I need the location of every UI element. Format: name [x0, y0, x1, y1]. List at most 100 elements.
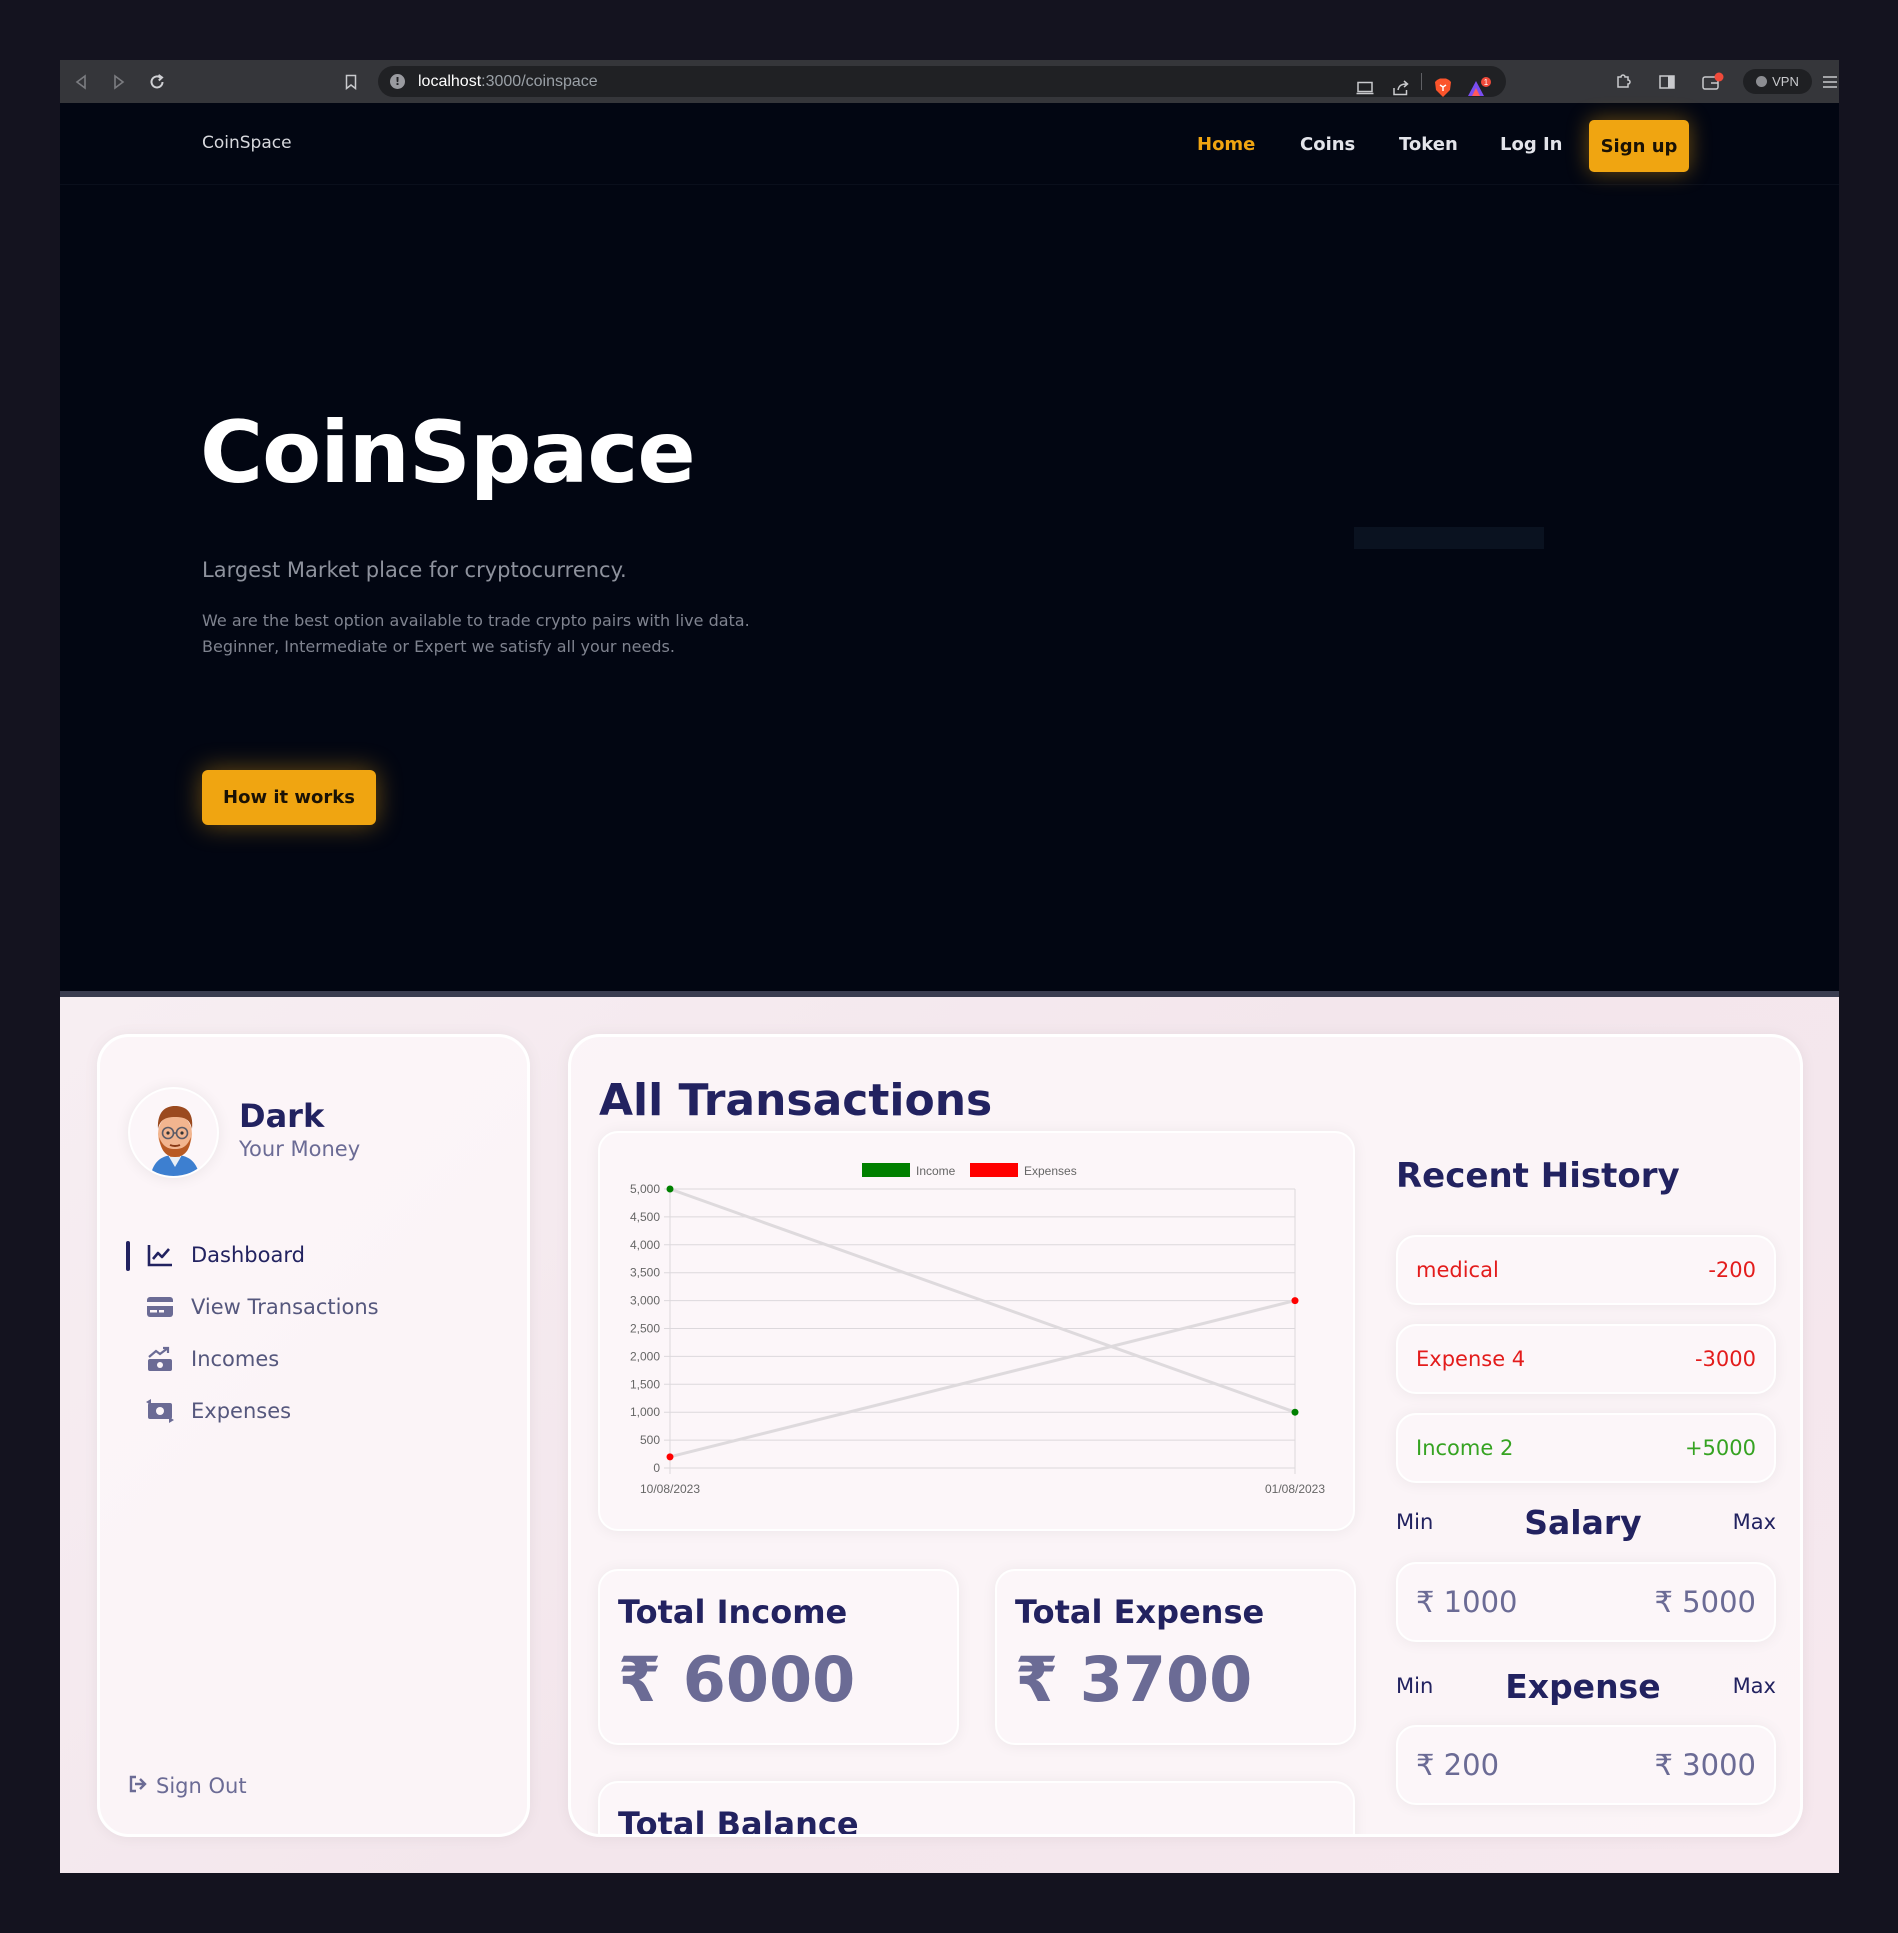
chart-line-icon [145, 1240, 175, 1270]
nav-coins[interactable]: Coins [1300, 134, 1355, 155]
browser-window: ! localhost:3000/coinspace 1 VPN CoinSpa… [60, 60, 1839, 1873]
sidebar-icon[interactable] [1656, 60, 1678, 103]
hero-placeholder-box [1354, 527, 1544, 549]
url-divider [1421, 73, 1422, 90]
signout-label: Sign Out [156, 1774, 247, 1798]
history-item-title: Income 2 [1416, 1436, 1514, 1460]
history-item: Expense 4 -3000 [1396, 1324, 1776, 1394]
expense-tracker-app: Dark Your Money Dashboard View Transacti… [60, 997, 1839, 1873]
salary-min-label: Min [1396, 1510, 1434, 1534]
chart-y-tick-label: 5,000 [630, 1182, 660, 1196]
signup-button[interactable]: Sign up [1589, 120, 1689, 172]
transactions-chart: Income Expenses 5,000 4,500 4,000 3,500 3,000… [598, 1131, 1355, 1531]
total-income-value: ₹ 6000 [618, 1643, 856, 1716]
expense-min-value: ₹ 200 [1416, 1748, 1500, 1782]
vpn-status-icon [1756, 76, 1768, 87]
signout-button[interactable]: Sign Out [128, 1774, 247, 1798]
main-panel: All Transactions Income Expenses 5,000 4,5… [568, 1034, 1803, 1837]
chart-y-tick-label: 4,500 [630, 1210, 660, 1224]
chart-data-point [666, 1453, 674, 1461]
salary-min-value: ₹ 1000 [1416, 1585, 1518, 1619]
expense-title: Expense [1505, 1666, 1661, 1706]
total-balance-label: Total Balance [618, 1805, 859, 1837]
avatar-image [150, 1106, 200, 1176]
line-chart: Income Expenses 5,000 4,500 4,000 3,500 3,000… [630, 1163, 1325, 1496]
menu-item-incomes[interactable]: Incomes [145, 1342, 279, 1376]
chart-y-tick-label: 0 [653, 1461, 660, 1475]
reload-icon[interactable] [146, 60, 168, 103]
menu-item-label: Dashboard [191, 1243, 305, 1267]
url-text[interactable]: localhost:3000/coinspace [418, 73, 598, 91]
vpn-button[interactable]: VPN [1743, 69, 1812, 94]
chart-x-tick-label: 10/08/2023 [640, 1482, 700, 1496]
menu-item-label: Incomes [191, 1347, 280, 1371]
history-item-amount: -200 [1708, 1258, 1756, 1282]
address-bar[interactable]: ! localhost:3000/coinspace 1 [378, 66, 1506, 97]
chart-legend-label: Income [916, 1164, 956, 1178]
menu-item-view-transactions[interactable]: View Transactions [145, 1290, 379, 1324]
chart-y-tick-label: 2,000 [630, 1349, 660, 1363]
avatar [128, 1087, 219, 1178]
page-title: All Transactions [599, 1075, 993, 1126]
top-navbar: CoinSpace Home Coins Token Log In Sign u… [60, 103, 1839, 185]
extensions-icon[interactable] [1612, 60, 1634, 103]
menu-item-label: Expenses [191, 1399, 292, 1423]
hero-description-line: Beginner, Intermediate or Expert we sati… [202, 637, 675, 656]
menu-item-dashboard[interactable]: Dashboard [145, 1238, 305, 1272]
browser-toolbar: ! localhost:3000/coinspace 1 VPN [60, 60, 1839, 103]
hero-description-line: We are the best option available to trad… [202, 611, 750, 630]
how-it-works-button[interactable]: How it works [202, 770, 376, 825]
forward-icon[interactable] [108, 60, 130, 103]
money-bill-trend-up-icon [145, 1344, 175, 1374]
chart-x-tick-label: 01/08/2023 [1265, 1482, 1325, 1496]
history-item: medical -200 [1396, 1235, 1776, 1305]
salary-max-label: Max [1732, 1510, 1776, 1534]
menu-icon[interactable] [1822, 60, 1838, 103]
chart-y-tick-label: 1,000 [630, 1405, 660, 1419]
chart-y-tick-label: 1,500 [630, 1377, 660, 1391]
total-expense-label: Total Expense [1015, 1593, 1265, 1631]
chart-legend-label: Expenses [1024, 1164, 1077, 1178]
expense-max-label: Max [1732, 1674, 1776, 1698]
brand-logo[interactable]: CoinSpace [202, 133, 292, 153]
expense-range-header: Min Expense Max [1396, 1663, 1776, 1709]
site-info-icon[interactable]: ! [390, 74, 405, 89]
nav-login[interactable]: Log In [1500, 134, 1563, 155]
chart-y-tick-label: 3,500 [630, 1266, 660, 1280]
expense-range-box: ₹ 200 ₹ 3000 [1396, 1725, 1776, 1805]
total-income-card: Total Income ₹ 6000 [598, 1569, 959, 1745]
history-item-title: Expense 4 [1416, 1347, 1526, 1371]
salary-title: Salary [1524, 1502, 1642, 1542]
bookmark-icon[interactable] [342, 60, 360, 103]
recent-history-title: Recent History [1396, 1156, 1680, 1196]
chart-y-tick-label: 4,000 [630, 1238, 660, 1252]
chart-legend-swatch [970, 1163, 1018, 1177]
hero-title: CoinSpace [200, 403, 696, 503]
chart-legend-swatch [862, 1163, 910, 1177]
coinspace-page: CoinSpace Home Coins Token Log In Sign u… [60, 103, 1839, 991]
history-item-amount: -3000 [1694, 1347, 1756, 1371]
expense-min-label: Min [1396, 1674, 1434, 1698]
total-income-label: Total Income [618, 1593, 848, 1631]
back-icon[interactable] [70, 60, 92, 103]
money-bill-transfer-icon [145, 1396, 175, 1426]
menu-item-label: View Transactions [191, 1295, 379, 1319]
chart-y-tick-label: 3,000 [630, 1294, 660, 1308]
wallet-icon[interactable] [1700, 60, 1726, 103]
menu-item-expenses[interactable]: Expenses [145, 1394, 291, 1428]
chart-data-point [1291, 1297, 1299, 1305]
sidebar: Dark Your Money Dashboard View Transacti… [97, 1034, 530, 1837]
total-expense-value: ₹ 3700 [1015, 1643, 1253, 1716]
history-item-amount: +5000 [1684, 1436, 1756, 1460]
active-indicator [126, 1241, 130, 1271]
chart-data-point [666, 1185, 674, 1193]
total-expense-card: Total Expense ₹ 3700 [995, 1569, 1356, 1745]
user-subtitle: Your Money [239, 1137, 361, 1161]
nav-token[interactable]: Token [1399, 134, 1458, 155]
history-item: Income 2 +5000 [1396, 1413, 1776, 1483]
chart-data-point [1291, 1408, 1299, 1416]
chart-y-tick-label: 500 [640, 1433, 660, 1447]
user-name: Dark [239, 1097, 325, 1135]
expense-max-value: ₹ 3000 [1654, 1748, 1756, 1782]
nav-home[interactable]: Home [1197, 134, 1255, 155]
